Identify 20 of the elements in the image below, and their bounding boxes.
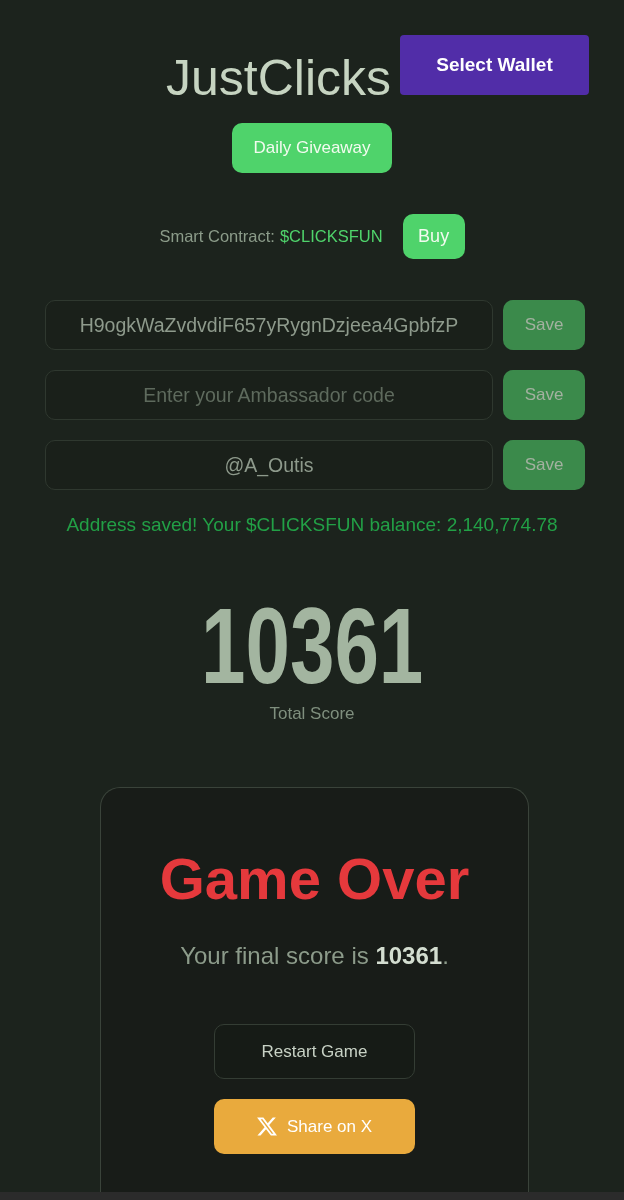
input-field[interactable]: @A_Outis [45,440,493,490]
x-logo-icon [256,1117,277,1136]
daily-giveaway-button[interactable]: Daily Giveaway [232,123,392,173]
total-score-label: Total Score [269,703,355,725]
share-button[interactable]: Share on X [214,1099,415,1154]
save-button[interactable]: Save [503,370,585,420]
total-score-value: 10361 [200,592,424,700]
contract-label: Smart Contract: [159,227,275,246]
game-over-title: Game Over [159,845,470,913]
final-score-text: Your final score is 10361. [180,941,449,971]
save-button[interactable]: Save [503,300,585,350]
restart-game-button[interactable]: Restart Game [214,1024,415,1079]
app-title: JustClicks [166,49,392,108]
input-field[interactable]: Enter your Ambassador code [45,370,493,420]
status-message: Address saved! Your $CLICKSFUN balance: 2,140,774.78 [65,513,559,537]
token-link[interactable]: $CLICKSFUN [279,227,383,246]
buy-button[interactable]: Buy [402,214,465,259]
save-button[interactable]: Save [503,440,585,490]
input-field[interactable]: H9ogkWaZvdvdiF657yRygnDzjeea4GpbfzP [45,300,493,350]
select-wallet-button[interactable]: Select Wallet [400,35,589,95]
